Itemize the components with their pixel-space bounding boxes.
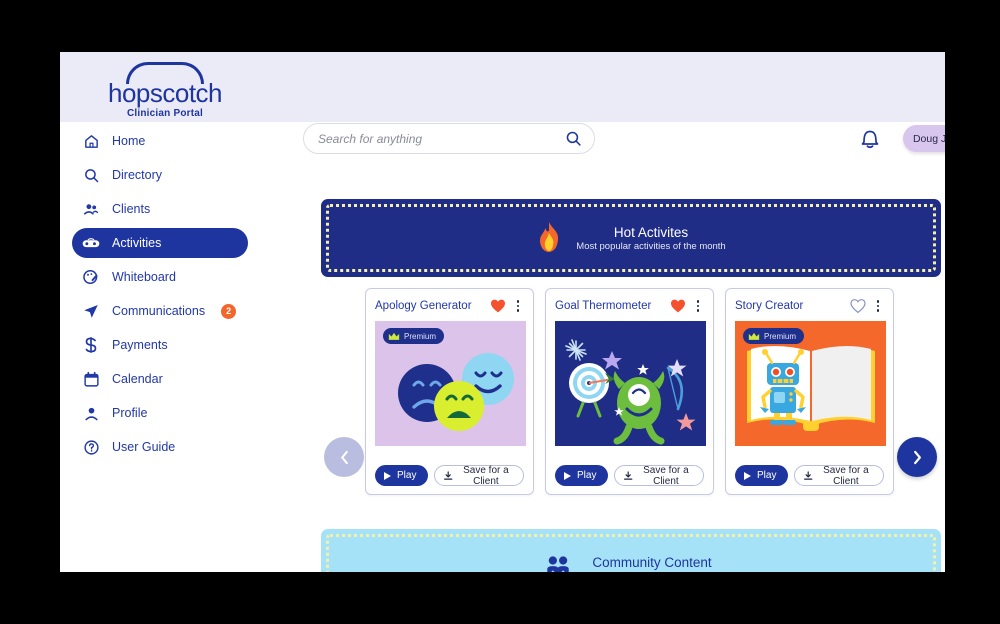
brand-name: hopscotch [107,78,223,108]
sidebar-item-label: User Guide [112,440,176,454]
sidebar-item-calendar[interactable]: Calendar [72,364,248,394]
card-more-menu[interactable] [692,300,704,312]
paper-plane-icon [82,302,100,320]
play-button[interactable]: Play [375,465,429,486]
play-button[interactable]: Play [555,465,609,486]
sidebar-item-label: Calendar [112,372,163,386]
palette-icon [82,268,100,286]
card-thumbnail: Premium [375,321,526,446]
hot-banner-text: Hot Activites Most popular activities of… [576,225,725,252]
sidebar-item-label: Payments [112,338,168,352]
sidebar-item-label: Activities [112,236,162,250]
calendar-icon [82,370,100,388]
community-content-banner[interactable]: Community Content Curated by our Team Cl… [321,529,941,572]
play-label: Play [577,470,597,481]
sidebar-item-payments[interactable]: Payments [72,330,248,360]
communications-badge: 2 [221,303,237,319]
sidebar-item-activities[interactable]: Activities [72,228,248,258]
monster-target-art [565,339,696,445]
brand-subtitle: Clinician Portal [127,108,203,119]
favorite-heart-icon[interactable] [850,298,866,314]
card-header: Goal Thermometer [555,297,704,315]
sidebar-item-label: Whiteboard [112,270,176,284]
activity-card[interactable]: Apology Generator Premium Play Save for … [365,288,534,495]
crown-icon [388,332,400,340]
sidebar-item-home[interactable]: Home [72,126,248,156]
community-banner-subtitle: Curated by our Team Clinicians [586,571,718,573]
sidebar-item-clients[interactable]: Clients [72,194,248,224]
card-actions: Play Save for a Client [375,464,524,487]
person-icon [82,404,100,422]
question-circle-icon [82,438,100,456]
card-actions: Play Save for a Client [735,464,884,487]
activity-card[interactable]: Goal Thermometer Play Save for a Client [545,288,714,495]
play-triangle-icon [564,471,571,480]
flame-icon [536,221,562,255]
play-triangle-icon [384,471,391,480]
save-label: Save for a Client [823,464,869,487]
dollar-icon [82,336,100,354]
card-actions: Play Save for a Client [555,464,704,487]
save-label: Save for a Client [643,464,689,487]
card-title: Story Creator [735,300,804,312]
premium-badge: Premium [383,328,445,344]
carousel-prev-button[interactable] [324,437,364,477]
save-for-client-button[interactable]: Save for a Client [434,464,524,487]
play-button[interactable]: Play [735,465,789,486]
save-label: Save for a Client [463,464,509,487]
game-controller-icon [82,234,100,252]
hot-banner-subtitle: Most popular activities of the month [576,240,726,252]
sidebar-item-whiteboard[interactable]: Whiteboard [72,262,248,292]
download-icon [624,470,633,480]
community-banner-title: Community Content [592,554,712,570]
favorite-heart-icon[interactable] [490,298,506,314]
main-content: Hot Activites Most popular activities of… [260,122,945,572]
carousel-next-button[interactable] [897,437,937,477]
sidebar-item-directory[interactable]: Directory [72,160,248,190]
two-people-icon [544,554,572,572]
sidebar-item-label: Directory [112,168,163,182]
app-header: hopscotch Clinician Portal Doug Jones [60,52,945,154]
play-label: Play [757,470,777,481]
sidebar-item-label: Communications [112,304,206,318]
chevron-right-icon [913,450,921,464]
premium-label: Premium [404,331,437,341]
card-header: Apology Generator [375,297,524,315]
home-icon [82,132,100,150]
play-triangle-icon [744,471,751,480]
crown-icon [748,332,760,340]
save-for-client-button[interactable]: Save for a Client [794,464,884,487]
play-label: Play [397,470,417,481]
hot-banner-title: Hot Activites [613,224,689,240]
sidebar-item-label: Clients [112,202,151,216]
card-header: Story Creator [735,297,884,315]
sidebar-item-label: Profile [112,406,148,420]
download-icon [804,470,813,480]
search-icon [82,166,100,184]
card-title: Apology Generator [375,300,472,312]
people-icon [82,200,100,218]
activity-card[interactable]: Story Creator Premium Play Save for a Cl… [725,288,894,495]
favorite-heart-icon[interactable] [670,298,686,314]
sidebar-item-communications[interactable]: Communications 2 [72,296,248,326]
activity-card-list: Apology Generator Premium Play Save for … [365,288,894,495]
premium-label: Premium [764,331,797,341]
card-thumbnail: Premium [735,321,886,446]
premium-badge: Premium [743,328,805,344]
card-more-menu[interactable] [872,300,884,312]
save-for-client-button[interactable]: Save for a Client [614,464,704,487]
sidebar-item-profile[interactable]: Profile [72,398,248,428]
card-more-menu[interactable] [512,300,524,312]
sidebar-item-user-guide[interactable]: User Guide [72,432,248,462]
app-window: hopscotch Clinician Portal Doug Jones [60,52,945,572]
download-icon [444,470,453,480]
brand-logo[interactable]: hopscotch Clinician Portal [65,62,265,119]
community-banner-text: Community Content Curated by our Team Cl… [586,555,718,573]
card-thumbnail [555,321,706,446]
card-title: Goal Thermometer [555,300,652,312]
sidebar: Home Directory Clients Activities Whiteb… [60,122,260,572]
hot-activities-banner[interactable]: Hot Activites Most popular activities of… [321,199,941,277]
sidebar-item-label: Home [112,134,146,148]
chevron-left-icon [340,450,348,464]
